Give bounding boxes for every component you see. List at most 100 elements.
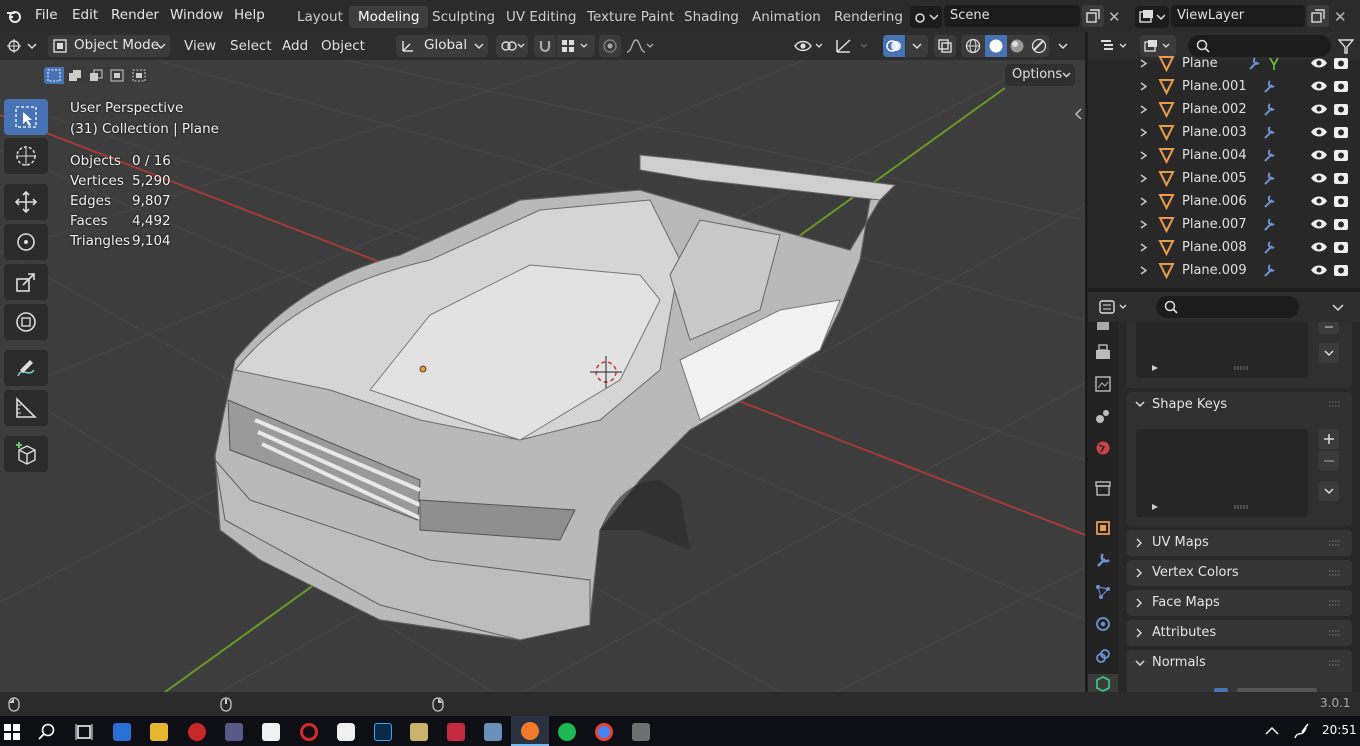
select-mode-new-button[interactable] <box>44 67 64 84</box>
camera-icon[interactable] <box>1333 101 1349 116</box>
object-mode-dropdown[interactable]: Object Mode <box>48 35 170 57</box>
modifier-wrench-icon[interactable] <box>1261 78 1279 95</box>
blender-logo-icon[interactable] <box>5 7 23 25</box>
overlays-dropdown[interactable] <box>906 35 928 57</box>
new-view-layer-button[interactable] <box>1307 5 1329 27</box>
menu-window[interactable]: Window <box>170 7 223 23</box>
attributes-panel-header[interactable]: Attributes <box>1127 620 1352 646</box>
render-tab-icon[interactable] <box>1095 344 1111 360</box>
annotate-tool[interactable] <box>4 350 48 386</box>
camera-icon[interactable] <box>1333 170 1349 185</box>
photoshop-icon[interactable] <box>374 723 392 741</box>
modifiers-tab-icon[interactable] <box>1095 552 1111 568</box>
list-options-triangle-icon[interactable] <box>1151 364 1159 372</box>
expand-arrow-icon[interactable] <box>1140 220 1148 229</box>
drag-handle-icon[interactable] <box>1328 599 1342 607</box>
eye-icon[interactable] <box>1310 217 1328 231</box>
search-icon[interactable] <box>38 723 56 741</box>
select-mode-invert-button[interactable] <box>107 67 127 84</box>
eye-icon[interactable] <box>1310 125 1328 139</box>
expand-arrow-icon[interactable] <box>1140 243 1148 252</box>
editor-type-button[interactable] <box>4 36 40 56</box>
tool-tab-icon[interactable] <box>1095 322 1111 332</box>
data-tab-button[interactable] <box>1088 674 1118 692</box>
remove-shape-key-button[interactable] <box>1319 451 1339 471</box>
material-preview-icon[interactable] <box>1009 38 1025 54</box>
tab-layout[interactable]: Layout <box>288 6 352 28</box>
drag-handle-icon[interactable] <box>1328 659 1342 667</box>
camera-icon[interactable] <box>1333 147 1349 162</box>
tab-uv-editing[interactable]: UV Editing <box>497 6 585 28</box>
drag-handle-icon[interactable] <box>1328 629 1342 637</box>
outliner-row[interactable]: Plane.001 <box>1088 75 1360 98</box>
tab-modeling[interactable]: Modeling <box>349 6 429 28</box>
outliner-row[interactable]: Plane.004 <box>1088 144 1360 167</box>
outliner-item-name[interactable]: Plane.003 <box>1182 125 1247 140</box>
tab-rendering[interactable]: Rendering <box>825 6 912 28</box>
3d-viewport[interactable]: User Perspective (31) Collection | Plane… <box>0 60 1085 692</box>
modifier-wrench-icon[interactable] <box>1261 147 1279 164</box>
new-scene-button[interactable] <box>1082 5 1104 27</box>
properties-search-input[interactable] <box>1156 296 1299 318</box>
pivot-point-dropdown[interactable] <box>496 35 528 57</box>
transform-orientation-dropdown[interactable]: Global <box>396 35 488 57</box>
xray-toggle-button[interactable] <box>934 35 956 57</box>
visibility-selectability-dropdown[interactable] <box>792 35 826 57</box>
view-layer-tab-icon[interactable] <box>1095 408 1111 424</box>
menu-render[interactable]: Render <box>111 7 159 23</box>
eye-icon[interactable] <box>1310 56 1328 70</box>
eye-icon[interactable] <box>1310 102 1328 116</box>
menu-add[interactable]: Add <box>282 36 308 56</box>
outliner-row[interactable]: Plane.008 <box>1088 236 1360 259</box>
modifier-wrench-icon[interactable] <box>1261 101 1279 118</box>
measure-tool[interactable] <box>4 390 48 426</box>
expand-arrow-icon[interactable] <box>1140 174 1148 183</box>
rotate-tool[interactable] <box>4 224 48 260</box>
camera-icon[interactable] <box>1333 239 1349 254</box>
proportional-falloff-dropdown[interactable] <box>624 35 656 57</box>
normals-panel-header[interactable]: Normals <box>1127 650 1352 692</box>
tab-shading[interactable]: Shading <box>675 6 748 28</box>
document-icon[interactable] <box>262 723 280 741</box>
calculator-icon[interactable] <box>632 723 650 741</box>
select-mode-extend-button[interactable] <box>65 67 85 84</box>
chevron-down-icon[interactable] <box>1332 304 1344 312</box>
vertex-group-specials-button[interactable] <box>1319 343 1339 363</box>
tray-chevron-up-icon[interactable] <box>1265 726 1279 736</box>
outliner-item-name[interactable]: Plane.006 <box>1182 194 1247 209</box>
menu-select[interactable]: Select <box>230 36 272 56</box>
outliner-row[interactable]: Plane.002 <box>1088 98 1360 121</box>
overlays-toggle-button[interactable] <box>883 35 905 57</box>
vertex-groups-list[interactable] <box>1136 322 1308 378</box>
outliner-item-name[interactable]: Plane.009 <box>1182 263 1247 278</box>
uv-maps-panel-header[interactable]: UV Maps <box>1127 530 1352 556</box>
view-layer-name-field[interactable]: ViewLayer <box>1171 5 1305 27</box>
select-mode-subtract-button[interactable] <box>86 67 106 84</box>
add-shape-key-button[interactable] <box>1319 429 1339 449</box>
cursor-tool[interactable] <box>4 138 48 174</box>
outliner-row[interactable]: Plane.009 <box>1088 259 1360 282</box>
eye-icon[interactable] <box>1310 263 1328 277</box>
windows-start-icon[interactable] <box>3 723 21 741</box>
camera-icon[interactable] <box>1333 124 1349 139</box>
blender-taskbar-button[interactable] <box>511 716 549 746</box>
resize-grip-icon[interactable] <box>1234 365 1250 371</box>
menu-help[interactable]: Help <box>234 7 265 23</box>
opera-browser-icon[interactable] <box>300 723 318 741</box>
add-cube-tool[interactable] <box>4 436 48 472</box>
outliner-item-name[interactable]: Plane.005 <box>1182 171 1247 186</box>
select-mode-intersect-button[interactable] <box>128 67 150 84</box>
output-tab-icon[interactable] <box>1095 376 1111 392</box>
world-tab-icon[interactable] <box>1095 440 1111 456</box>
physics-tab-icon[interactable] <box>1095 616 1111 632</box>
discord-icon[interactable] <box>447 723 465 741</box>
shape-keys-header[interactable]: Shape Keys <box>1127 392 1352 418</box>
modifier-wrench-icon[interactable] <box>1246 55 1284 72</box>
microsoft-store-icon[interactable] <box>113 723 131 741</box>
camera-icon[interactable] <box>1333 55 1349 70</box>
expand-arrow-icon[interactable] <box>1140 197 1148 206</box>
vertex-colors-panel-header[interactable]: Vertex Colors <box>1127 560 1352 586</box>
eye-icon[interactable] <box>1310 79 1328 93</box>
car-mesh[interactable] <box>214 154 897 641</box>
expand-arrow-icon[interactable] <box>1140 82 1148 91</box>
